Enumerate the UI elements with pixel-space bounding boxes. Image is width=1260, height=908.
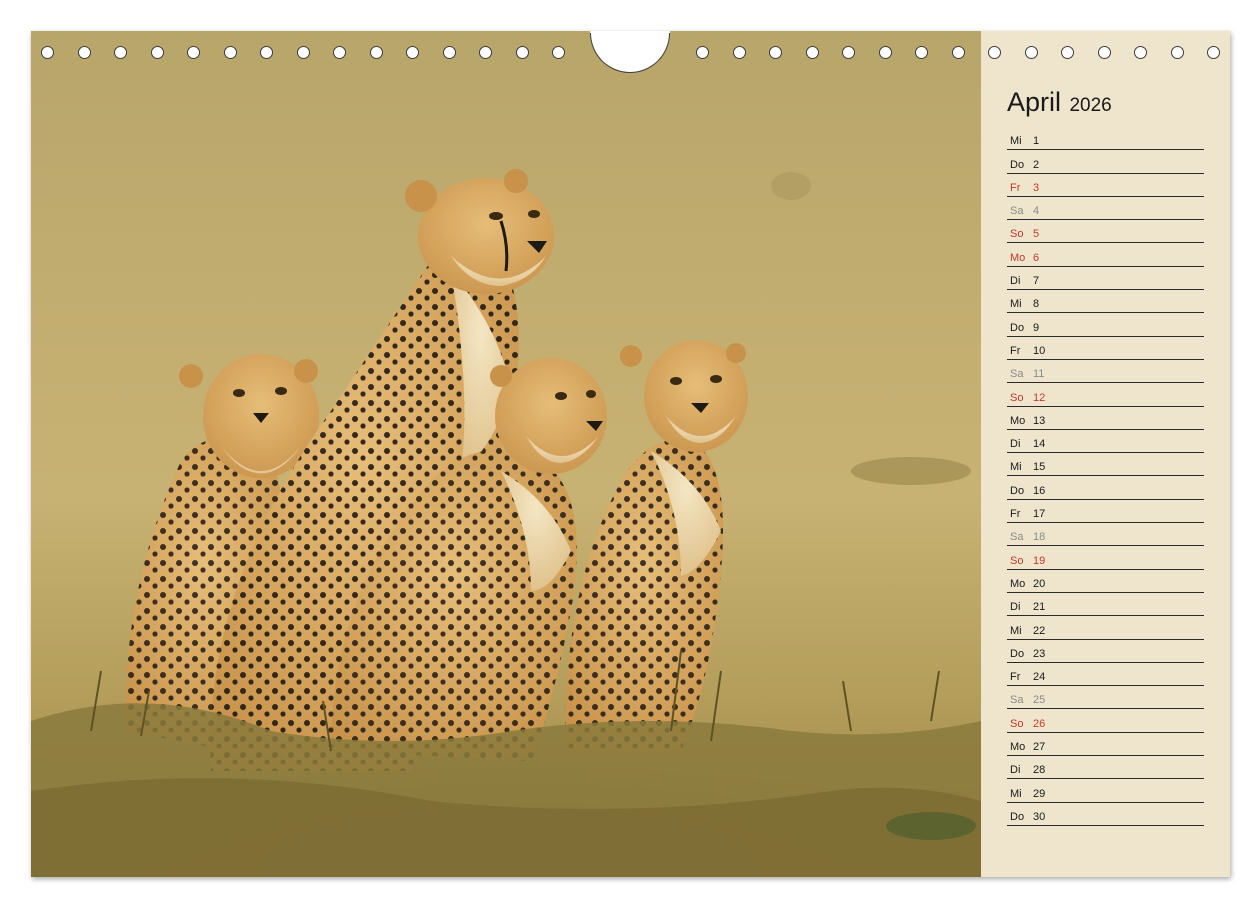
day-row: Mo 6 (1007, 244, 1204, 267)
weekday-label: Mi (1010, 461, 1022, 474)
day-row: Sa 25 (1007, 687, 1204, 710)
day-row: So 12 (1007, 384, 1204, 407)
day-number: 11 (1033, 368, 1045, 381)
day-row: Do 16 (1007, 477, 1204, 500)
day-row: Di 21 (1007, 594, 1204, 617)
weekday-label: Do (1010, 321, 1025, 334)
day-row: Mi 22 (1007, 617, 1204, 640)
day-row: Mi 15 (1007, 454, 1204, 477)
day-number: 12 (1033, 391, 1046, 404)
weekday-label: Mo (1010, 414, 1026, 427)
cheetah-illustration (31, 169, 981, 877)
weekday-label: Mo (1010, 741, 1026, 754)
day-number: 3 (1033, 181, 1040, 194)
month-title: April 2026 (1007, 87, 1112, 118)
weekday-label: Mi (1010, 135, 1022, 148)
day-number: 5 (1033, 228, 1040, 241)
day-number: 4 (1033, 205, 1040, 218)
day-row: Mi 1 (1007, 128, 1204, 151)
day-number: 21 (1033, 601, 1046, 614)
weekday-label: So (1010, 554, 1024, 567)
day-number: 19 (1033, 554, 1046, 567)
calendar-panel: April 2026 Mi 1 Do 2 Fr 3 Sa 4 So 5 Mo 6 Di 7 Mi 8 Do 9 Fr… (981, 31, 1230, 877)
day-row: Mo 27 (1007, 734, 1204, 757)
weekday-label: Sa (1010, 205, 1024, 218)
day-row: Di 7 (1007, 268, 1204, 291)
weekday-label: Fr (1010, 181, 1021, 194)
day-number: 26 (1033, 717, 1046, 730)
weekday-label: Mo (1010, 251, 1026, 264)
day-row: Do 2 (1007, 151, 1204, 174)
day-number: 20 (1033, 577, 1046, 590)
day-number: 23 (1033, 647, 1046, 660)
day-number: 27 (1033, 741, 1046, 754)
day-number: 16 (1033, 484, 1046, 497)
weekday-label: Di (1010, 438, 1021, 451)
weekday-label: So (1010, 717, 1024, 730)
day-number: 14 (1033, 438, 1046, 451)
day-row: Mi 8 (1007, 291, 1204, 314)
day-row: Di 14 (1007, 431, 1204, 454)
day-row: So 19 (1007, 547, 1204, 570)
day-row: Fr 24 (1007, 664, 1204, 687)
day-number: 7 (1033, 275, 1040, 288)
calendar-page: April 2026 Mi 1 Do 2 Fr 3 Sa 4 So 5 Mo 6 Di 7 Mi 8 Do 9 Fr… (31, 31, 1230, 877)
weekday-label: Fr (1010, 344, 1021, 357)
day-row: Mo 13 (1007, 408, 1204, 430)
day-row: So 5 (1007, 221, 1204, 244)
day-row: Do 30 (1007, 804, 1204, 826)
day-list: Mi 1 Do 2 Fr 3 Sa 4 So 5 Mo 6 Di 7 Mi 8 Do 9 Fr 10 Sa 11 So 12 M… (1007, 128, 1204, 827)
day-number: 22 (1033, 624, 1046, 637)
day-row: Do 9 (1007, 314, 1204, 337)
weekday-label: Mo (1010, 577, 1026, 590)
day-number: 6 (1033, 251, 1040, 264)
weekday-label: Mi (1010, 787, 1022, 800)
month-name: April (1007, 87, 1062, 117)
weekday-label: Do (1010, 810, 1025, 823)
day-number: 15 (1033, 461, 1046, 474)
day-row: So 26 (1007, 710, 1204, 733)
day-number: 17 (1033, 508, 1046, 521)
day-number: 30 (1033, 810, 1046, 823)
weekday-label: Di (1010, 275, 1021, 288)
day-row: Sa 4 (1007, 198, 1204, 221)
day-number: 28 (1033, 764, 1046, 777)
day-row: Fr 3 (1007, 175, 1204, 197)
day-number: 24 (1033, 671, 1046, 684)
day-number: 18 (1033, 531, 1046, 544)
weekday-label: Mi (1010, 298, 1022, 311)
day-number: 1 (1033, 135, 1040, 148)
weekday-label: Fr (1010, 508, 1021, 521)
day-number: 25 (1033, 694, 1046, 707)
month-year: 2026 (1069, 95, 1112, 116)
weekday-label: Sa (1010, 368, 1024, 381)
day-number: 2 (1033, 158, 1040, 171)
day-row: Di 28 (1007, 757, 1204, 780)
day-number: 29 (1033, 787, 1046, 800)
weekday-label: So (1010, 391, 1024, 404)
weekday-label: Do (1010, 158, 1025, 171)
day-number: 10 (1033, 344, 1046, 357)
day-number: 13 (1033, 414, 1046, 427)
day-row: Mi 29 (1007, 780, 1204, 803)
weekday-label: Do (1010, 647, 1025, 660)
day-row: Sa 18 (1007, 524, 1204, 547)
day-row: Mo 20 (1007, 571, 1204, 593)
day-row: Fr 10 (1007, 338, 1204, 360)
day-number: 9 (1033, 321, 1040, 334)
weekday-label: So (1010, 228, 1024, 241)
weekday-label: Sa (1010, 694, 1024, 707)
weekday-label: Fr (1010, 671, 1021, 684)
cheetah-family-photo (31, 31, 981, 877)
weekday-label: Di (1010, 764, 1021, 777)
day-row: Sa 11 (1007, 361, 1204, 384)
day-number: 8 (1033, 298, 1040, 311)
weekday-label: Sa (1010, 531, 1024, 544)
day-row: Fr 17 (1007, 501, 1204, 524)
weekday-label: Mi (1010, 624, 1022, 637)
weekday-label: Do (1010, 484, 1025, 497)
day-row: Do 23 (1007, 641, 1204, 663)
weekday-label: Di (1010, 601, 1021, 614)
